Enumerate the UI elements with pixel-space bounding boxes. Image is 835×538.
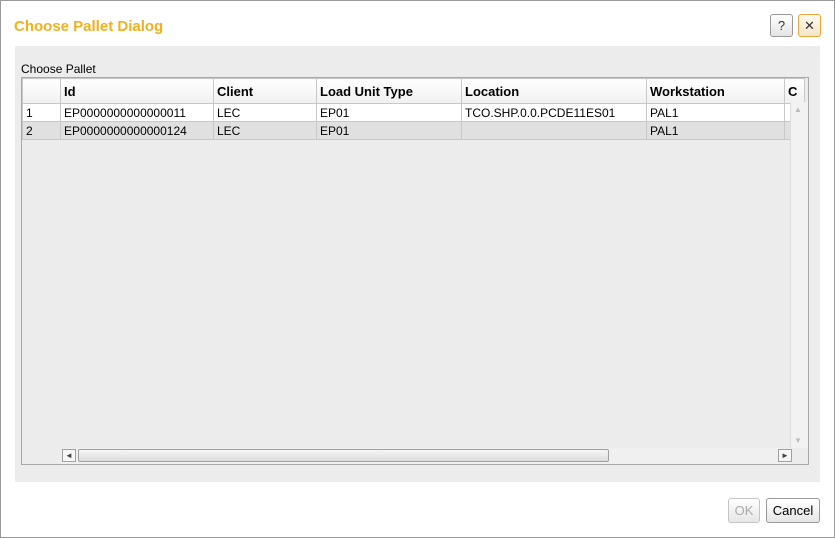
scroll-right-icon: ► — [781, 451, 789, 460]
cell-id: EP0000000000000124 — [60, 121, 214, 140]
content-panel: Choose Pallet Id Client Load Unit Type L… — [15, 46, 820, 482]
scroll-up-icon[interactable]: ▲ — [794, 105, 802, 114]
cell-workstation: PAL1 — [646, 121, 785, 140]
pallet-grid: Id Client Load Unit Type Location Workst… — [21, 77, 809, 465]
scroll-down-icon[interactable]: ▼ — [794, 436, 802, 445]
header-row: Id Client Load Unit Type Location Workst… — [22, 78, 805, 104]
cell-client: LEC — [213, 121, 317, 140]
header-c[interactable]: C — [784, 78, 805, 104]
pallet-table: Id Client Load Unit Type Location Workst… — [22, 78, 805, 140]
header-row-number[interactable] — [22, 78, 61, 104]
ok-button[interactable]: OK — [728, 498, 760, 523]
cell-location: TCO.SHP.0.0.PCDE11ES01 — [461, 103, 647, 122]
header-workstation[interactable]: Workstation — [646, 78, 785, 104]
scroll-left-button[interactable]: ◄ — [62, 449, 76, 462]
header-load-unit-type[interactable]: Load Unit Type — [316, 78, 462, 104]
table-row[interactable]: 2 EP0000000000000124 LEC EP01 PAL1 — [22, 121, 805, 140]
choose-pallet-dialog: Choose Pallet Dialog ? ✕ Choose Pallet I… — [0, 0, 835, 538]
cell-client: LEC — [213, 103, 317, 122]
cancel-button[interactable]: Cancel — [766, 498, 820, 523]
close-button[interactable]: ✕ — [798, 14, 821, 37]
header-location[interactable]: Location — [461, 78, 647, 104]
scroll-left-icon: ◄ — [65, 451, 73, 460]
cell-load-unit-type: EP01 — [316, 103, 462, 122]
help-icon: ? — [777, 18, 786, 33]
cell-load-unit-type: EP01 — [316, 121, 462, 140]
close-icon: ✕ — [804, 17, 815, 33]
cell-id: EP0000000000000011 — [60, 103, 214, 122]
horizontal-scrollbar[interactable]: ◄ ► — [62, 448, 792, 464]
cell-row-number: 2 — [22, 121, 61, 140]
cell-row-number: 1 — [22, 103, 61, 122]
cell-location — [461, 121, 647, 140]
panel-label: Choose Pallet — [21, 62, 96, 76]
help-button[interactable]: ? — [770, 14, 793, 37]
scrollbar-thumb[interactable] — [78, 449, 609, 462]
dialog-title: Choose Pallet Dialog — [14, 18, 164, 35]
header-client[interactable]: Client — [213, 78, 317, 104]
header-id[interactable]: Id — [60, 78, 214, 104]
table-row[interactable]: 1 EP0000000000000011 LEC EP01 TCO.SHP.0.… — [22, 103, 805, 122]
scroll-right-button[interactable]: ► — [778, 449, 792, 462]
cell-workstation: PAL1 — [646, 103, 785, 122]
vertical-scrollbar[interactable]: ▲ ▼ — [790, 102, 808, 448]
